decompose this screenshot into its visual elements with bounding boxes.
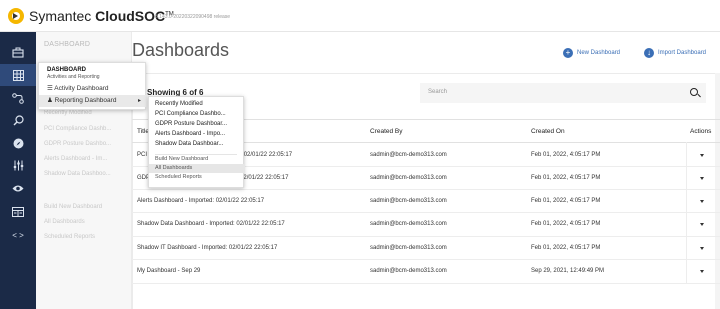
row-created-by: sadmin@bcm-demo313.com — [370, 152, 447, 158]
sidebar-item-alerts[interactable]: Alerts Dashboard - Im... — [44, 156, 107, 162]
import-icon: ↓ — [644, 48, 654, 58]
grid-icon[interactable] — [0, 64, 36, 86]
row-actions-caret-icon[interactable] — [700, 223, 704, 226]
plus-icon: + — [563, 48, 573, 58]
briefcase-icon[interactable] — [0, 41, 36, 63]
submenu-build-new[interactable]: Build New Dashboard — [155, 156, 208, 162]
row-divider — [132, 236, 720, 237]
row-title[interactable]: My Dashboard - Sep 29 — [137, 268, 200, 274]
row-created-by: sadmin@bcm-demo313.com — [370, 198, 447, 204]
submenu-all-dashboards[interactable]: All Dashboards — [155, 165, 192, 171]
search-icon[interactable] — [0, 109, 36, 131]
sidebar-section-title: DASHBOARD — [44, 41, 91, 48]
search-placeholder: Search — [428, 89, 448, 95]
sidebar-item-shadow-data[interactable]: Shadow Data Dashboo... — [44, 171, 111, 177]
submenu-item-shadow-data[interactable]: Shadow Data Dashboar... — [155, 141, 223, 147]
sidebar-item-recently-modified[interactable]: Recently Modified — [44, 110, 92, 116]
import-dashboard-button[interactable]: ↓ Import Dashboard — [644, 48, 706, 58]
submenu-divider — [155, 154, 237, 155]
route-icon[interactable] — [0, 87, 36, 109]
reporting-dashboard-item[interactable]: ♟ Reporting Dashboard ▸ — [39, 95, 147, 107]
users-icon: ♟ — [47, 97, 53, 104]
row-title[interactable]: Shadow Data Dashboard - Imported: 02/01/… — [137, 221, 285, 227]
row-title[interactable]: Alerts Dashboard - Imported: 02/01/22 22… — [137, 198, 264, 204]
submenu-item-pci[interactable]: PCI Compliance Dashbo... — [155, 111, 226, 117]
column-header-actions: Actions — [690, 128, 712, 135]
column-header-created-by[interactable]: Created By — [370, 128, 403, 135]
product-name: Symantec CloudSOCTM — [29, 8, 174, 24]
sidebar-item-all-dashboards[interactable]: All Dashboards — [44, 219, 85, 225]
submenu-scheduled-reports[interactable]: Scheduled Reports — [155, 174, 202, 180]
sidebar-item-gdpr[interactable]: GDPR Posture Dashbo... — [44, 141, 111, 147]
sidebar-item-pci[interactable]: PCI Compliance Dashb... — [44, 126, 111, 132]
list-icon: ☰ — [47, 85, 53, 92]
row-created-on: Sep 29, 2021, 12:49:49 PM — [531, 268, 605, 274]
row-actions-caret-icon[interactable] — [700, 177, 704, 180]
row-created-on: Feb 01, 2022, 4:05:17 PM — [531, 221, 601, 227]
reporting-submenu: Recently Modified PCI Compliance Dashbo.… — [148, 96, 245, 188]
sidebar-item-build-new[interactable]: Build New Dashboard — [44, 204, 102, 210]
code-icon[interactable]: < > — [0, 224, 36, 246]
symantec-logo[interactable]: Symantec CloudSOCTM — [8, 8, 174, 24]
row-actions-caret-icon[interactable] — [700, 270, 704, 273]
eye-icon[interactable] — [0, 177, 36, 199]
compass-icon[interactable] — [0, 132, 36, 154]
left-icon-rail: < > — [0, 32, 36, 309]
row-created-by: sadmin@bcm-demo313.com — [370, 221, 447, 227]
row-actions-caret-icon[interactable] — [700, 247, 704, 250]
activity-dashboard-item[interactable]: ☰ Activity Dashboard — [39, 83, 147, 95]
row-actions-caret-icon[interactable] — [700, 200, 704, 203]
submenu-item-alerts[interactable]: Alerts Dashboard - Impo... — [155, 131, 225, 137]
row-created-by: sadmin@bcm-demo313.com — [370, 268, 447, 274]
list-icon[interactable] — [0, 201, 36, 223]
actions-column-divider — [686, 142, 687, 284]
row-created-on: Feb 01, 2022, 4:05:17 PM — [531, 245, 601, 251]
scrollbar[interactable] — [715, 73, 720, 309]
row-divider — [132, 189, 720, 190]
row-created-on: Feb 01, 2022, 4:05:17 PM — [531, 175, 601, 181]
row-divider — [132, 212, 720, 213]
sidebar-item-scheduled-reports[interactable]: Scheduled Reports — [44, 234, 95, 240]
submenu-item-gdpr[interactable]: GDPR Posture Dashboar... — [155, 121, 227, 127]
column-header-created-on[interactable]: Created On — [531, 128, 565, 135]
top-bar: Symantec CloudSOCTM 3.143.0-202203220904… — [0, 0, 720, 32]
submenu-item-recently-modified[interactable]: Recently Modified — [155, 101, 203, 107]
row-created-by: sadmin@bcm-demo313.com — [370, 245, 447, 251]
flyout-subheading: Activities and Reporting — [47, 74, 100, 80]
magnifier-icon[interactable] — [690, 88, 698, 96]
row-actions-caret-icon[interactable] — [700, 154, 704, 157]
search-input[interactable] — [420, 83, 706, 103]
row-divider — [132, 259, 720, 260]
version-label: 3.143.0-20220322090498 release — [155, 14, 231, 20]
row-created-on: Feb 01, 2022, 4:05:17 PM — [531, 198, 601, 204]
chevron-right-icon: ▸ — [137, 98, 141, 104]
row-title[interactable]: Shadow IT Dashboard - Imported: 02/01/22… — [137, 245, 277, 251]
row-created-on: Feb 01, 2022, 4:05:17 PM — [531, 152, 601, 158]
dashboard-flyout-menu: DASHBOARD Activities and Reporting ☰ Act… — [38, 62, 147, 110]
page-title: Dashboards — [132, 40, 230, 60]
row-created-by: sadmin@bcm-demo313.com — [370, 175, 447, 181]
controls-icon[interactable] — [0, 154, 36, 176]
row-divider — [132, 283, 720, 284]
flyout-heading: DASHBOARD — [47, 67, 86, 73]
new-dashboard-button[interactable]: + New Dashboard — [563, 48, 620, 58]
symantec-logo-icon — [8, 8, 24, 24]
